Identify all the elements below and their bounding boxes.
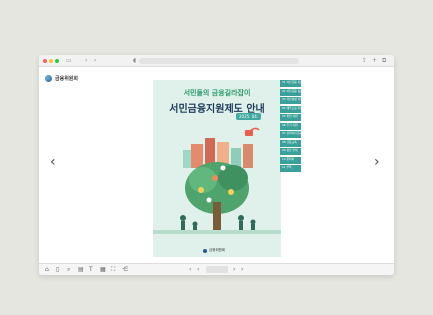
watering-can-body bbox=[245, 130, 253, 136]
next-page-arrow-icon[interactable]: › bbox=[374, 155, 380, 169]
tabs-icon[interactable]: ⧉ bbox=[382, 57, 386, 65]
publisher-name: 금융위원회 bbox=[209, 248, 226, 252]
page-number-input[interactable] bbox=[206, 266, 228, 273]
home-icon[interactable]: ⌂ bbox=[45, 266, 49, 274]
search-icon[interactable]: ⌕ bbox=[67, 266, 70, 274]
toc-item[interactable]: 02 서민금융 상품 bbox=[280, 88, 301, 96]
toc-item[interactable]: 05 취업 지원 bbox=[280, 114, 301, 121]
close-button[interactable] bbox=[43, 59, 47, 63]
text-icon[interactable]: T bbox=[89, 266, 93, 274]
title-bar: ▭ ‹ › ◖ ⇪ + ⧉ bbox=[39, 55, 394, 67]
toc-item[interactable]: 04 채무조정 지원 bbox=[280, 105, 301, 113]
cover-illustration bbox=[153, 127, 281, 234]
toc-item[interactable]: 11 부록 bbox=[280, 165, 301, 172]
toc-item[interactable]: 06 주거 지원 bbox=[280, 122, 301, 130]
viewer-toolbar: ⌂ ▯ ⌕ ▤ T ▦ ⛶ ⋲ ‹ ‹ › › bbox=[39, 263, 394, 275]
toc-item[interactable]: 08 금융교육 bbox=[280, 139, 301, 147]
last-page-icon[interactable]: › bbox=[241, 266, 243, 274]
share-icon[interactable]: ⇪ bbox=[362, 57, 367, 65]
thumbnail-icon[interactable]: ▦ bbox=[100, 266, 106, 274]
brand-name: 금융위원회 bbox=[55, 76, 79, 82]
publisher-logo-icon bbox=[203, 248, 207, 253]
print-icon[interactable]: ▤ bbox=[78, 266, 84, 274]
browser-window: ▭ ‹ › ◖ ⇪ + ⧉ 금융위원회 ‹ › 서민들의 금융길라잡이 서민금융… bbox=[39, 55, 394, 275]
toc-item[interactable]: 09 상담 안내 bbox=[280, 148, 301, 155]
share-icon[interactable]: ⋲ bbox=[122, 266, 128, 274]
table-of-contents: 01 서민금융 지원제도 02 서민금융 상품 03 자산형성 지원 04 채무… bbox=[280, 80, 301, 174]
bookmark-icon[interactable]: ▯ bbox=[56, 266, 59, 274]
sidebar-icon[interactable]: ▭ bbox=[66, 57, 72, 65]
ebook-viewer: 금융위원회 ‹ › 서민들의 금융길라잡이 서민금융지원제도 안내 2025. … bbox=[39, 67, 394, 263]
prev-page-button[interactable]: ‹ bbox=[189, 266, 191, 274]
toc-item[interactable]: 03 자산형성 지원 bbox=[280, 97, 301, 104]
next-page-button[interactable]: › bbox=[233, 266, 235, 274]
forward-icon[interactable]: › bbox=[94, 57, 96, 65]
toc-item[interactable]: 07 정책서민금융 bbox=[280, 131, 301, 138]
minimize-button[interactable] bbox=[49, 59, 53, 63]
new-tab-icon[interactable]: + bbox=[372, 57, 377, 65]
maximize-button[interactable] bbox=[55, 59, 59, 63]
ground bbox=[153, 230, 281, 234]
prev-page-arrow-icon[interactable]: ‹ bbox=[50, 155, 56, 169]
cover-publisher: 금융위원회 bbox=[203, 248, 225, 253]
shield-icon: ◖ bbox=[133, 57, 137, 64]
toc-item[interactable]: 01 서민금융 지원제도 bbox=[280, 80, 301, 87]
first-page-icon[interactable]: ‹ bbox=[197, 266, 199, 274]
brand-logo bbox=[45, 75, 52, 82]
fullscreen-icon[interactable]: ⛶ bbox=[111, 266, 115, 274]
address-bar[interactable] bbox=[139, 58, 299, 64]
brand[interactable]: 금융위원회 bbox=[45, 75, 78, 82]
toc-item[interactable]: 10 문의처 bbox=[280, 156, 301, 164]
book-cover[interactable]: 서민들의 금융길라잡이 서민금융지원제도 안내 2025. 04. 금융위원회 bbox=[153, 80, 281, 257]
back-icon[interactable]: ‹ bbox=[85, 57, 87, 65]
